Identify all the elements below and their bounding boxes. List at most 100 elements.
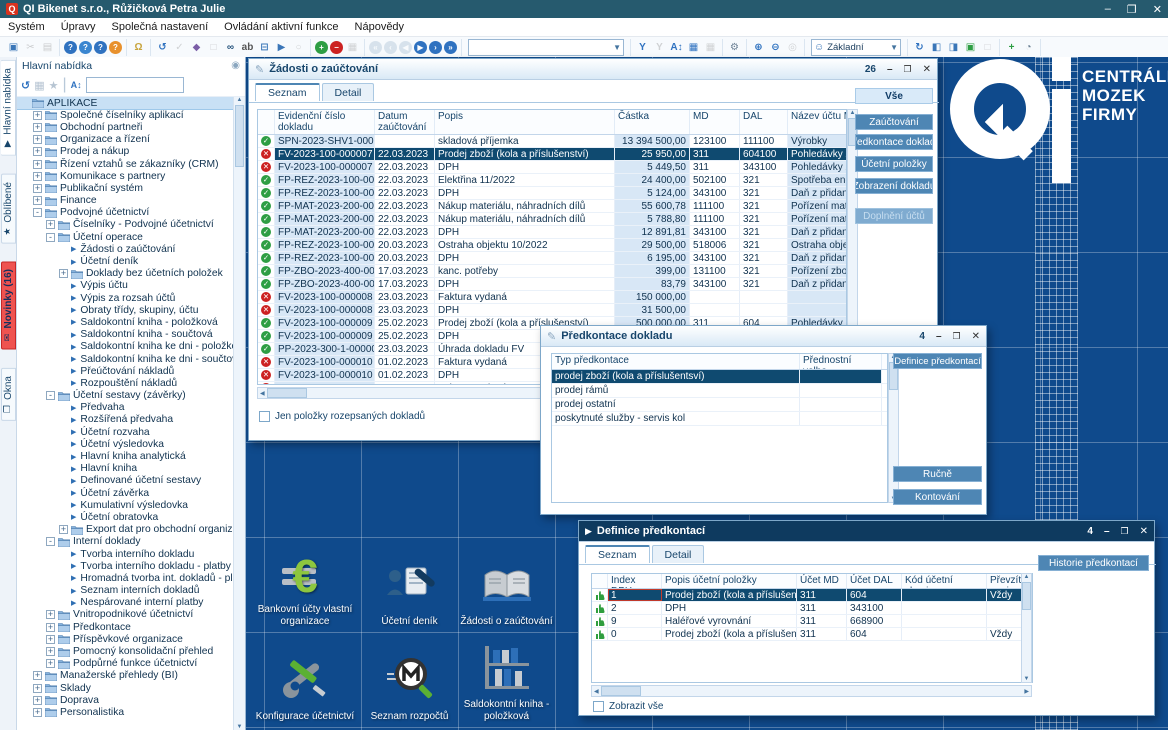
tree-toggle-icon[interactable]: + xyxy=(33,135,42,144)
help-book-icon[interactable]: ? xyxy=(79,41,92,54)
tree-item-ciselniky-podvojne-ucetnictvi[interactable]: +Číselníky - Podvojné účetnictví xyxy=(17,219,245,231)
table-row[interactable]: ✓FP-REZ-2023-100-00000222.03.2023DPH5 12… xyxy=(258,187,846,200)
zauctovani-button[interactable]: Zaúčtování xyxy=(855,114,933,130)
refresh-icon[interactable]: ↺ xyxy=(155,40,170,55)
find-binoculars-icon[interactable]: ∞ xyxy=(223,40,238,55)
tree-item-vypis-uctu[interactable]: ▶Výpis účtu xyxy=(17,280,245,292)
tree-toggle-icon[interactable]: + xyxy=(46,623,55,632)
tree-item-preuctovani-nakladu[interactable]: ▶Přeúčtování nákladů xyxy=(17,365,245,377)
filter-grid-icon[interactable]: ▦ xyxy=(686,40,701,55)
scroll-down-icon[interactable]: ▼ xyxy=(1024,676,1030,682)
table-row[interactable]: ✓FP-MAT-2023-200-00001022.03.2023DPH12 8… xyxy=(258,226,846,239)
nav-search-input[interactable] xyxy=(86,77,184,93)
tree-toggle-icon[interactable]: + xyxy=(33,684,42,693)
menu-item-upravy[interactable]: Úpravy xyxy=(53,20,104,34)
table-row[interactable]: ✓FP-MAT-2023-200-00001022.03.2023Nákup m… xyxy=(258,200,846,213)
tile-konfigurace-ucetnictvi[interactable]: Konfigurace účetnictví xyxy=(250,635,360,727)
tree-toggle-icon[interactable]: - xyxy=(46,537,55,546)
copy-icon[interactable]: ▣ xyxy=(6,40,21,55)
tree-item-saldokontni-kniha-ke-dni-polozkova[interactable]: ▶Saldokontní kniha ke dni - položková xyxy=(17,341,245,353)
menu-item-napovedy[interactable]: Nápovědy xyxy=(347,20,413,34)
rucne-button[interactable]: Ručně xyxy=(893,466,982,482)
column-header-ucet-md[interactable]: Účet MD xyxy=(797,574,847,588)
tree-item-aplikace[interactable]: APLIKACE xyxy=(17,97,245,109)
tree-item-rozsirena-predvaha[interactable]: ▶Rozšířená předvaha xyxy=(17,414,245,426)
column-header-typ-predkontace[interactable]: Typ předkontace xyxy=(552,354,800,369)
column-header-evidencni-cislo-dokladu[interactable]: Evidenční číslo dokladu xyxy=(275,110,375,134)
column-header-icon[interactable] xyxy=(592,574,608,588)
help-tip-icon[interactable]: ? xyxy=(109,41,122,54)
tile-zadosti-o-zauctovani[interactable]: Žádosti o zaúčtování xyxy=(459,540,554,632)
tree-toggle-icon[interactable]: + xyxy=(33,123,42,132)
refresh-view-icon[interactable]: ↻ xyxy=(912,40,927,55)
sort-az-icon[interactable]: A↕ xyxy=(71,80,82,90)
tree-item-ucetni-sestavy-zaverky[interactable]: -Účetní sestavy (závěrky) xyxy=(17,390,245,402)
dialog-titlebar[interactable]: ✎ Předkontace dokladu 4 – ❐ ✕ xyxy=(541,326,986,347)
restore-button[interactable]: ❐ xyxy=(953,331,961,342)
tree-item-nesparovane-interni-platby[interactable]: ▶Nespárované interní platby xyxy=(17,597,245,609)
tree-toggle-icon[interactable]: - xyxy=(46,391,55,400)
tree-item-spolecne-ciselniky-aplikaci[interactable]: +Společné číselníky aplikací xyxy=(17,109,245,121)
tree-toggle-icon[interactable]: + xyxy=(46,659,55,668)
tree-toggle-icon[interactable]: - xyxy=(46,233,55,242)
ucetni-polozky-button[interactable]: Účetní položky xyxy=(855,156,933,172)
scroll-down-icon[interactable]: ▼ xyxy=(237,724,243,730)
table-row[interactable]: ✕FV-2023-100-00000823.03.2023DPH31 500,0… xyxy=(258,304,846,317)
tree-item-finance[interactable]: +Finance xyxy=(17,195,245,207)
table-row[interactable]: ✓FP-REZ-2023-100-00000222.03.2023Elektři… xyxy=(258,174,846,187)
side-tab-okna[interactable]: ❐Okna xyxy=(1,368,16,421)
tree-item-prispevkove-organizace[interactable]: +Příspěvkové organizace xyxy=(17,633,245,645)
column-header-ucet-dal[interactable]: Účet DAL xyxy=(847,574,902,588)
tree-item-ucetni-denik[interactable]: ▶Účetní deník xyxy=(17,255,245,267)
tree-item-ucetni-operace[interactable]: -Účetní operace xyxy=(17,231,245,243)
scroll-up-icon[interactable]: ▲ xyxy=(1024,574,1030,580)
table-row[interactable]: 2DPH311343100 xyxy=(592,602,1032,615)
tree-item-pomocny-konsolidacni-prehled[interactable]: +Pomocný konsolidační přehled xyxy=(17,645,245,657)
restore-button[interactable]: ❐ xyxy=(1127,3,1137,16)
table-row[interactable]: ✕FV-2023-100-00000722.03.2023DPH5 449,50… xyxy=(258,161,846,174)
menu-item-system[interactable]: Systém xyxy=(0,20,53,34)
table-row[interactable]: prodej rámů xyxy=(552,384,887,398)
tree-toggle-icon[interactable]: + xyxy=(46,610,55,619)
delete-record-icon[interactable]: − xyxy=(330,41,343,54)
zobrazeni-dokladu-button[interactable]: Zobrazení dokladu xyxy=(855,178,933,194)
column-header-dal[interactable]: DAL xyxy=(740,110,788,134)
timer-icon[interactable]: ◔ xyxy=(1021,40,1036,55)
table-row[interactable]: 1Prodej zboží (kola a příslušenství)3116… xyxy=(592,589,1032,602)
filter-icon[interactable]: Y xyxy=(635,40,650,55)
tree-item-doklady-bez-ucetnich-polozek[interactable]: +Doklady bez účetních položek xyxy=(17,268,245,280)
definice-table[interactable]: Index DPHPopis účetní položkyÚčet MDÚčet… xyxy=(591,573,1033,683)
column-header-datum-zauctovani[interactable]: Datum zaúčtování xyxy=(375,110,435,134)
tree-toggle-icon[interactable]: + xyxy=(33,160,42,169)
table-row[interactable]: prodej zboží (kola a příslušentsví) xyxy=(552,370,887,384)
settings-gear-icon[interactable]: ⚙ xyxy=(727,40,742,55)
definice-predkontaci-button[interactable]: Definice předkontací xyxy=(893,353,982,369)
tree-item-podvojne-ucetnictvi[interactable]: -Podvojné účetnictví xyxy=(17,207,245,219)
notification-bell-icon[interactable]: Ω xyxy=(131,40,146,55)
side-tab-oblibene[interactable]: ★Oblíbené xyxy=(1,174,16,244)
vertical-scrollbar[interactable]: ▲▼ xyxy=(1021,573,1032,683)
tree-item-ucetni-rozvaha[interactable]: ▶Účetní rozvaha xyxy=(17,426,245,438)
tree-toggle-icon[interactable]: - xyxy=(33,208,42,217)
tree-toggle-icon[interactable]: + xyxy=(33,111,42,120)
send-icon[interactable]: ▶ xyxy=(274,40,289,55)
tree-item-saldokontni-kniha-ke-dni-souctova[interactable]: ▶Saldokontní kniha ke dni - součtová xyxy=(17,353,245,365)
restore-button[interactable]: ❐ xyxy=(904,64,912,75)
close-button[interactable]: ✕ xyxy=(1140,526,1148,537)
tree-item-saldokontni-kniha-polozkova[interactable]: ▶Saldokontní kniha - položková xyxy=(17,316,245,328)
tree-item-hlavni-kniha-analyticka[interactable]: ▶Hlavní kniha analytická xyxy=(17,450,245,462)
pin-icon[interactable]: ◉ xyxy=(231,60,240,71)
column-header-index-dph[interactable]: Index DPH xyxy=(608,574,662,588)
last-record-icon[interactable]: » xyxy=(444,41,457,54)
tile-saldokontni-kniha-polozkova[interactable]: Saldokontní kniha - položková xyxy=(459,635,554,727)
predkontace-table[interactable]: Typ předkontacePřednostní volbaprodej zb… xyxy=(551,353,888,503)
tree-toggle-icon[interactable]: + xyxy=(46,220,55,229)
tree-item-obchodni-partneri[interactable]: +Obchodní partneři xyxy=(17,121,245,133)
tab-detail[interactable]: Detail xyxy=(652,545,705,563)
minimize-button[interactable]: – xyxy=(887,64,893,75)
tree-item-personalistika[interactable]: +Personalistika xyxy=(17,706,245,718)
tree-item-publikacni-system[interactable]: +Publikační systém xyxy=(17,182,245,194)
layout-right-icon[interactable]: ◨ xyxy=(946,40,961,55)
tree-scrollbar[interactable]: ▲▼ xyxy=(233,97,245,730)
predkontace-dokladu-button[interactable]: Předkontace dokladu xyxy=(855,134,933,150)
